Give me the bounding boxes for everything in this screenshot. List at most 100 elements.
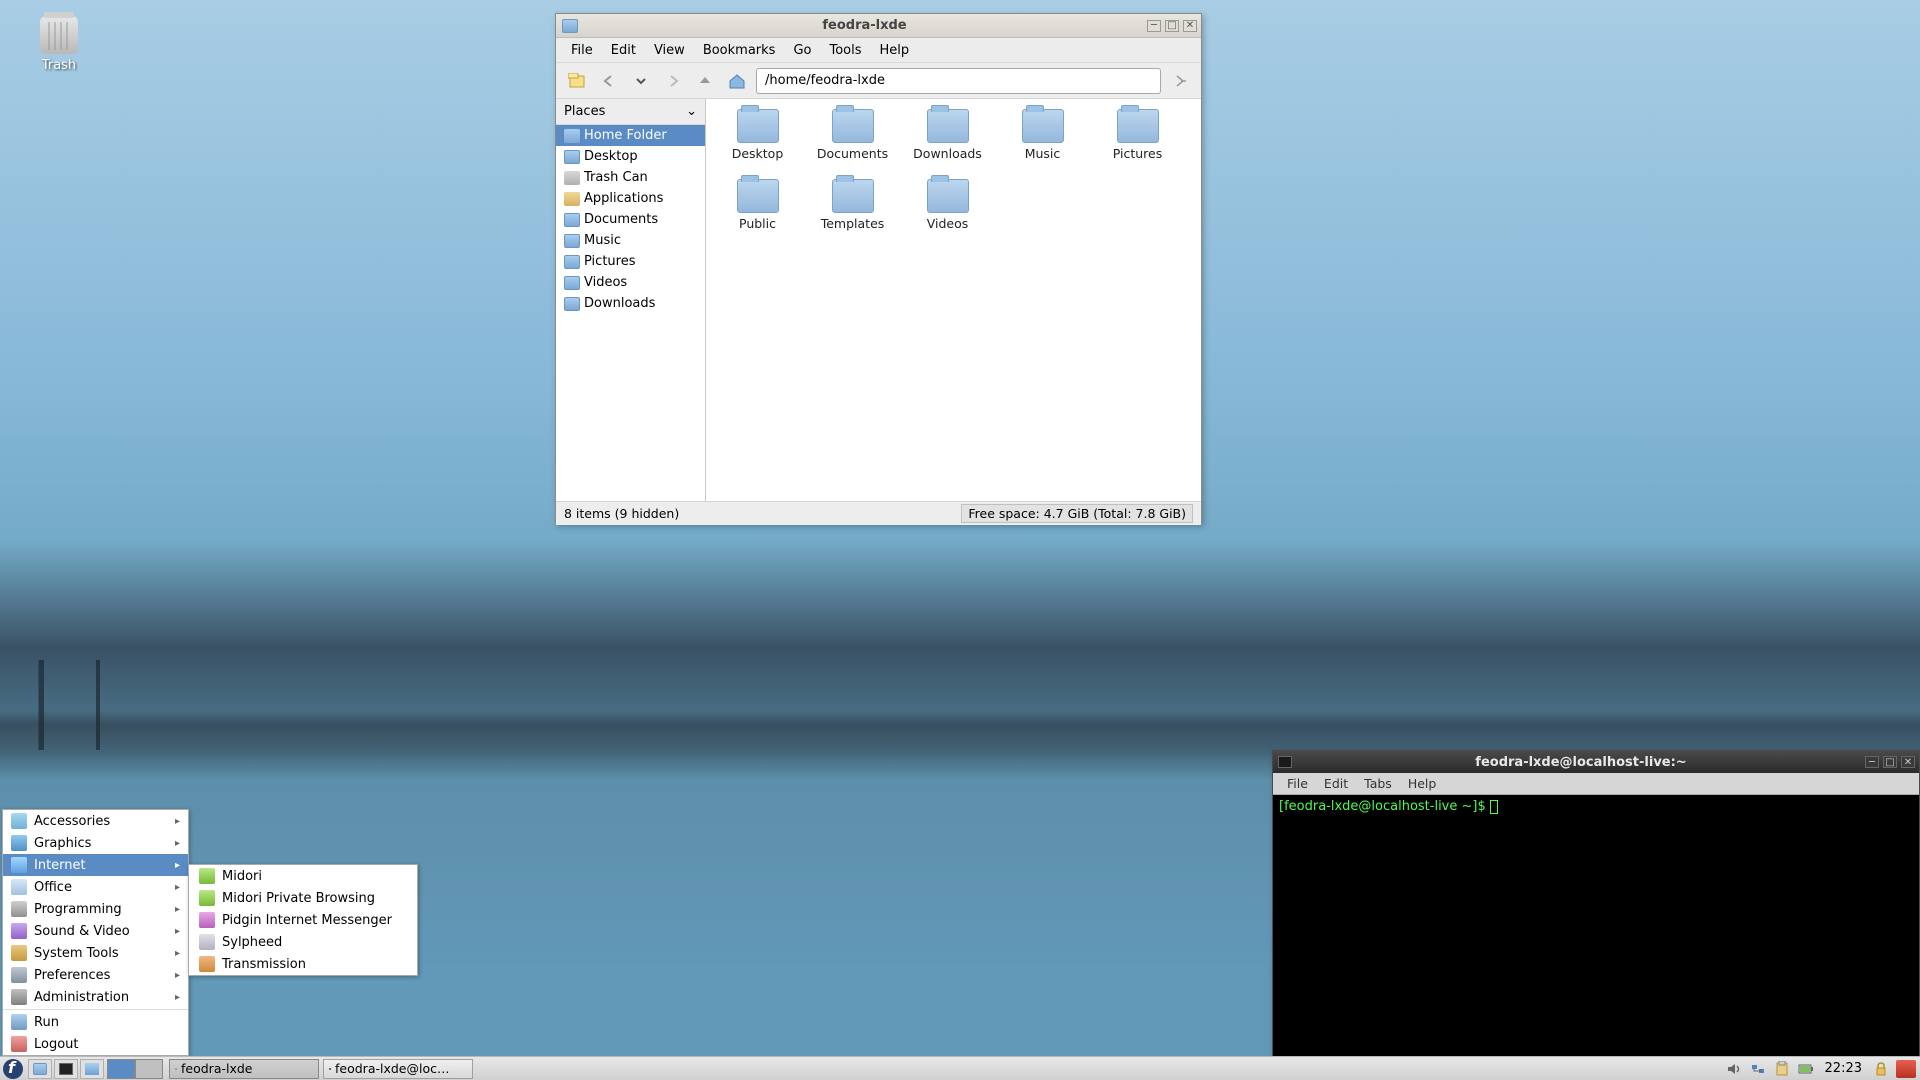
folder-downloads[interactable]: Downloads <box>900 109 995 179</box>
volume-icon[interactable] <box>1725 1060 1743 1078</box>
task-file-manager[interactable]: feodra-lxde <box>169 1059 319 1079</box>
menu-help[interactable]: Help <box>1400 774 1445 793</box>
app-sylpheed[interactable]: Sylpheed <box>189 931 417 953</box>
sidebar-header[interactable]: Places ⌄ <box>556 99 705 125</box>
menu-graphics[interactable]: Graphics▸ <box>3 832 188 854</box>
menu-view[interactable]: View <box>645 40 694 61</box>
menu-internet[interactable]: Internet▸ <box>3 854 188 876</box>
terminal-body[interactable]: [feodra-lxde@localhost-live ~]$ <box>1273 795 1919 818</box>
battery-icon[interactable] <box>1797 1060 1815 1078</box>
menu-programming[interactable]: Programming▸ <box>3 898 188 920</box>
clipboard-icon[interactable] <box>1773 1060 1791 1078</box>
new-tab-button[interactable] <box>564 68 590 94</box>
start-menu-button[interactable] <box>1 1058 25 1080</box>
file-manager-window[interactable]: feodra-lxde ─ □ ✕ File Edit View Bookmar… <box>555 13 1202 525</box>
sidebar-item-music[interactable]: Music <box>556 230 705 251</box>
menu-logout[interactable]: Logout <box>3 1033 188 1055</box>
sidebar-item-trash-can[interactable]: Trash Can <box>556 167 705 188</box>
minimize-button[interactable]: ─ <box>1147 20 1161 32</box>
ql-show-desktop[interactable] <box>80 1059 104 1079</box>
app-transmission[interactable]: Transmission <box>189 953 417 975</box>
app-icon <box>199 956 215 972</box>
menu-system-tools[interactable]: System Tools▸ <box>3 942 188 964</box>
forward-button[interactable] <box>660 68 686 94</box>
sidebar-item-documents[interactable]: Documents <box>556 209 705 230</box>
desktop-trash[interactable]: Trash <box>24 14 94 73</box>
menu-file[interactable]: File <box>1279 774 1316 793</box>
app-icon <box>564 192 580 206</box>
menu-office[interactable]: Office▸ <box>3 876 188 898</box>
menu-preferences[interactable]: Preferences▸ <box>3 964 188 986</box>
folder-desktop[interactable]: Desktop <box>710 109 805 179</box>
maximize-button[interactable]: □ <box>1165 20 1179 32</box>
ql-file-manager[interactable] <box>28 1059 52 1079</box>
sidebar-item-videos[interactable]: Videos <box>556 272 705 293</box>
category-icon <box>11 923 27 939</box>
lock-icon[interactable] <box>1872 1060 1890 1078</box>
menu-run[interactable]: Run <box>3 1011 188 1033</box>
fm-icon-grid[interactable]: DesktopDocumentsDownloadsMusicPictures Pu… <box>706 99 1201 501</box>
folder-music[interactable]: Music <box>995 109 1090 179</box>
sidebar-item-pictures[interactable]: Pictures <box>556 251 705 272</box>
maximize-button[interactable]: □ <box>1883 756 1897 768</box>
folder-icon <box>737 179 779 213</box>
folder-public[interactable]: Public <box>710 179 805 249</box>
status-items: 8 items (9 hidden) <box>564 506 679 521</box>
term-titlebar[interactable]: feodra-lxde@localhost-live:~ ─ □ ✕ <box>1273 751 1919 773</box>
category-icon <box>11 879 27 895</box>
menu-go[interactable]: Go <box>784 40 820 61</box>
menu-help[interactable]: Help <box>871 40 919 61</box>
up-button[interactable] <box>692 68 718 94</box>
home-button[interactable] <box>724 68 750 94</box>
menu-accessories[interactable]: Accessories▸ <box>3 810 188 832</box>
app-midori[interactable]: Midori <box>189 865 417 887</box>
workspace-1[interactable] <box>107 1059 135 1079</box>
folder-pictures[interactable]: Pictures <box>1090 109 1185 179</box>
sidebar-item-home-folder[interactable]: Home Folder <box>556 125 705 146</box>
menu-edit[interactable]: Edit <box>1316 774 1356 793</box>
application-menu[interactable]: Accessories▸Graphics▸Internet▸Office▸Pro… <box>2 809 189 1056</box>
taskbar-clock[interactable]: 22:23 <box>1821 1061 1866 1076</box>
menu-sound-video[interactable]: Sound & Video▸ <box>3 920 188 942</box>
terminal-window[interactable]: feodra-lxde@localhost-live:~ ─ □ ✕ File … <box>1272 750 1920 1066</box>
menu-tools[interactable]: Tools <box>820 40 870 61</box>
sidebar-item-desktop[interactable]: Desktop <box>556 146 705 167</box>
address-input[interactable] <box>756 68 1161 94</box>
sidebar-item-applications[interactable]: Applications <box>556 188 705 209</box>
folder-icon <box>564 276 580 290</box>
workspace-pager <box>107 1059 163 1079</box>
go-button[interactable] <box>1167 68 1193 94</box>
ql-terminal[interactable] <box>54 1059 78 1079</box>
folder-templates[interactable]: Templates <box>805 179 900 249</box>
app-midori-private-browsing[interactable]: Midori Private Browsing <box>189 887 417 909</box>
folder-icon <box>832 109 874 143</box>
fedora-logo-icon <box>3 1059 23 1079</box>
fm-titlebar[interactable]: feodra-lxde ─ □ ✕ <box>556 14 1201 38</box>
app-pidgin-internet-messenger[interactable]: Pidgin Internet Messenger <box>189 909 417 931</box>
task-terminal[interactable]: feodra-lxde@loc… <box>323 1059 473 1079</box>
workspace-2[interactable] <box>135 1059 163 1079</box>
menu-administration[interactable]: Administration▸ <box>3 986 188 1008</box>
menu-edit[interactable]: Edit <box>602 40 645 61</box>
terminal-prompt: [feodra-lxde@localhost-live ~]$ <box>1279 799 1490 814</box>
menu-file[interactable]: File <box>562 40 602 61</box>
category-icon <box>11 989 27 1005</box>
back-button[interactable] <box>596 68 622 94</box>
menu-bookmarks[interactable]: Bookmarks <box>694 40 785 61</box>
close-button[interactable]: ✕ <box>1183 20 1197 32</box>
folder-documents[interactable]: Documents <box>805 109 900 179</box>
task-list: feodra-lxde feodra-lxde@loc… <box>169 1059 1725 1079</box>
sidebar-item-downloads[interactable]: Downloads <box>556 293 705 314</box>
folder-videos[interactable]: Videos <box>900 179 995 249</box>
chevron-down-icon: ⌄ <box>686 104 697 119</box>
minimize-button[interactable]: ─ <box>1865 756 1879 768</box>
submenu-arrow-icon: ▸ <box>175 838 180 849</box>
app-icon <box>199 912 215 928</box>
history-dropdown[interactable] <box>628 68 654 94</box>
network-icon[interactable] <box>1749 1060 1767 1078</box>
logout-button[interactable] <box>1896 1060 1916 1078</box>
menu-tabs[interactable]: Tabs <box>1356 774 1400 793</box>
trash-icon <box>38 14 80 56</box>
close-button[interactable]: ✕ <box>1901 756 1915 768</box>
internet-submenu[interactable]: MidoriMidori Private BrowsingPidgin Inte… <box>188 864 418 976</box>
